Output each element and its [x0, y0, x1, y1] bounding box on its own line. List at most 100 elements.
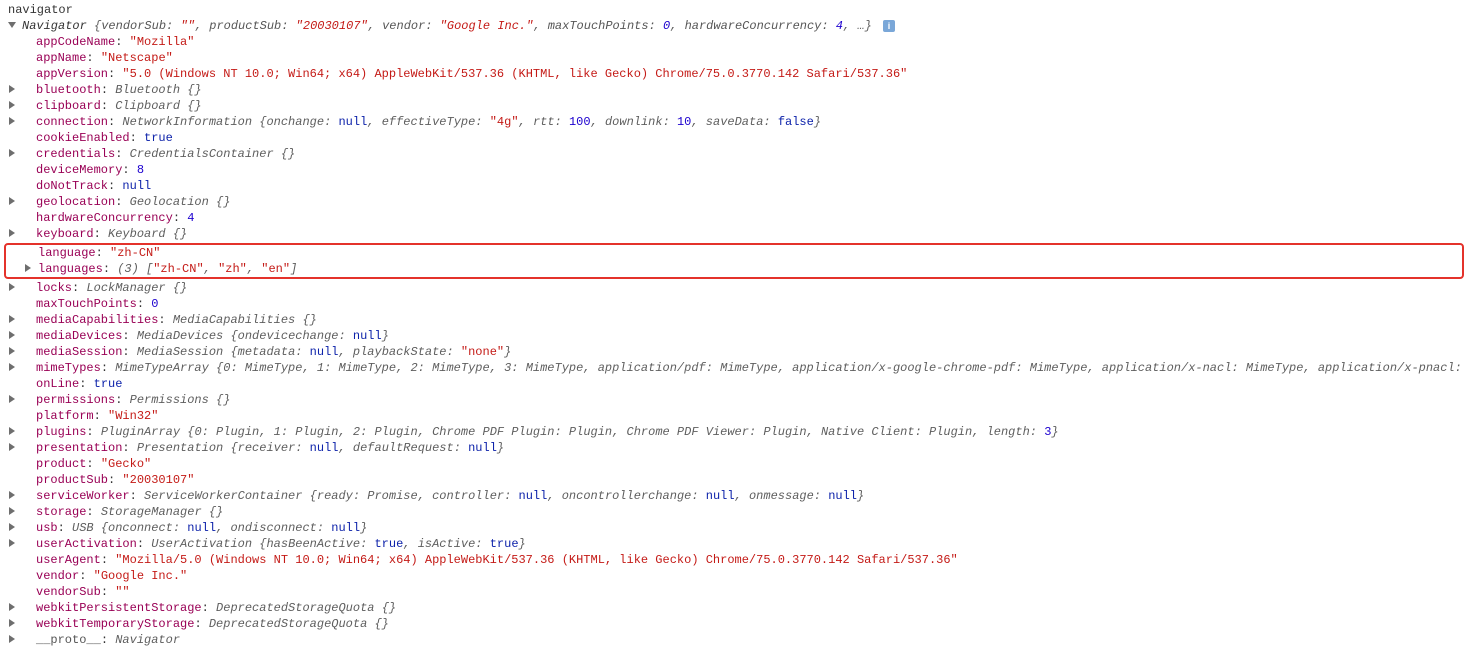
property-row[interactable]: usb: USB {onconnect: null, ondisconnect:…: [4, 520, 1464, 536]
property-value: "5.0 (Windows NT 10.0; Win64; x64) Apple…: [122, 67, 907, 81]
highlighted-property-list: language: "zh-CN"languages: (3) ["zh-CN"…: [4, 243, 1464, 279]
property-row[interactable]: permissions: Permissions {}: [4, 392, 1464, 408]
value-body: {receiver: null, defaultRequest: null}: [230, 441, 504, 455]
property-key: storage: [36, 505, 86, 519]
expand-icon[interactable]: [8, 229, 18, 239]
value-body: {onconnect: null, ondisconnect: null}: [101, 521, 367, 535]
property-key: maxTouchPoints: [36, 297, 137, 311]
property-key: clipboard: [36, 99, 101, 113]
property-key: product: [36, 457, 86, 471]
property-row[interactable]: presentation: Presentation {receiver: nu…: [4, 440, 1464, 456]
property-key: doNotTrack: [36, 179, 108, 193]
value-body: {}: [302, 313, 316, 327]
property-value: "Netscape": [101, 51, 173, 65]
expand-icon[interactable]: [8, 363, 18, 373]
property-row[interactable]: locks: LockManager {}: [4, 280, 1464, 296]
property-row[interactable]: credentials: CredentialsContainer {}: [4, 146, 1464, 162]
expand-icon[interactable]: [8, 101, 18, 111]
property-key: permissions: [36, 393, 115, 407]
property-row: vendor: "Google Inc.": [4, 568, 1464, 584]
property-row[interactable]: webkitTemporaryStorage: DeprecatedStorag…: [4, 616, 1464, 632]
property-key: presentation: [36, 441, 122, 455]
root-label: navigator: [8, 3, 73, 17]
expand-icon[interactable]: [24, 264, 34, 274]
expand-icon[interactable]: [8, 283, 18, 293]
property-row[interactable]: mediaDevices: MediaDevices {ondevicechan…: [4, 328, 1464, 344]
expand-icon[interactable]: [8, 197, 18, 207]
property-row[interactable]: connection: NetworkInformation {onchange…: [4, 114, 1464, 130]
expand-icon[interactable]: [8, 635, 18, 645]
value-body: {}: [187, 99, 201, 113]
property-row[interactable]: languages: (3) ["zh-CN", "zh", "en"]: [6, 261, 1462, 277]
expand-icon[interactable]: [8, 491, 18, 501]
expand-icon[interactable]: [8, 347, 18, 357]
expand-icon[interactable]: [8, 443, 18, 453]
property-key: appVersion: [36, 67, 108, 81]
expand-icon[interactable]: [8, 331, 18, 341]
property-row[interactable]: mediaSession: MediaSession {metadata: nu…: [4, 344, 1464, 360]
value-body: (3) ["zh-CN", "zh", "en"]: [117, 262, 297, 276]
property-value: true: [94, 377, 123, 391]
expand-icon[interactable]: [8, 21, 18, 31]
expand-icon[interactable]: [8, 507, 18, 517]
property-row[interactable]: clipboard: Clipboard {}: [4, 98, 1464, 114]
property-value: null: [122, 179, 151, 193]
property-row: appName: "Netscape": [4, 50, 1464, 66]
navigator-summary-line[interactable]: Navigator {vendorSub: "", productSub: "2…: [4, 18, 1464, 34]
property-key: webkitPersistentStorage: [36, 601, 202, 615]
property-value: 4: [187, 211, 194, 225]
property-row[interactable]: serviceWorker: ServiceWorkerContainer {r…: [4, 488, 1464, 504]
property-value: 8: [137, 163, 144, 177]
property-row: appVersion: "5.0 (Windows NT 10.0; Win64…: [4, 66, 1464, 82]
expand-icon[interactable]: [8, 603, 18, 613]
navigator-class: Navigator: [22, 19, 87, 33]
property-key: geolocation: [36, 195, 115, 209]
expand-icon[interactable]: [8, 117, 18, 127]
value-body: {}: [281, 147, 295, 161]
property-row[interactable]: keyboard: Keyboard {}: [4, 226, 1464, 242]
expand-icon[interactable]: [8, 85, 18, 95]
value-class: MimeTypeArray: [115, 361, 216, 375]
expand-icon[interactable]: [8, 315, 18, 325]
property-key: webkitTemporaryStorage: [36, 617, 194, 631]
expand-icon[interactable]: [8, 539, 18, 549]
value-body: {0: Plugin, 1: Plugin, 2: Plugin, Chrome…: [187, 425, 1058, 439]
property-row[interactable]: bluetooth: Bluetooth {}: [4, 82, 1464, 98]
proto-row[interactable]: __proto__: Navigator: [4, 632, 1464, 648]
property-row: platform: "Win32": [4, 408, 1464, 424]
property-row: userAgent: "Mozilla/5.0 (Windows NT 10.0…: [4, 552, 1464, 568]
info-icon[interactable]: i: [883, 20, 895, 32]
property-row[interactable]: mediaCapabilities: MediaCapabilities {}: [4, 312, 1464, 328]
value-body: {}: [209, 505, 223, 519]
root-label-line: navigator: [4, 2, 1464, 18]
proto-class: Navigator: [115, 633, 180, 647]
expand-icon[interactable]: [8, 427, 18, 437]
property-key: mediaDevices: [36, 329, 122, 343]
value-body: {}: [382, 601, 396, 615]
property-value: "": [115, 585, 129, 599]
property-key: onLine: [36, 377, 79, 391]
expand-icon[interactable]: [8, 523, 18, 533]
property-key: usb: [36, 521, 58, 535]
property-row[interactable]: userActivation: UserActivation {hasBeenA…: [4, 536, 1464, 552]
property-key: mimeTypes: [36, 361, 101, 375]
value-class: NetworkInformation: [122, 115, 259, 129]
property-row[interactable]: webkitPersistentStorage: DeprecatedStora…: [4, 600, 1464, 616]
property-key: appCodeName: [36, 35, 115, 49]
property-row[interactable]: plugins: PluginArray {0: Plugin, 1: Plug…: [4, 424, 1464, 440]
property-key: deviceMemory: [36, 163, 122, 177]
value-class: MediaDevices: [137, 329, 231, 343]
expand-icon[interactable]: [8, 619, 18, 629]
property-row[interactable]: storage: StorageManager {}: [4, 504, 1464, 520]
property-row: deviceMemory: 8: [4, 162, 1464, 178]
property-row[interactable]: mimeTypes: MimeTypeArray {0: MimeType, 1…: [4, 360, 1464, 376]
expand-icon[interactable]: [8, 149, 18, 159]
property-row: doNotTrack: null: [4, 178, 1464, 194]
value-class: StorageManager: [101, 505, 209, 519]
property-list-a: appCodeName: "Mozilla"appName: "Netscape…: [4, 34, 1464, 242]
property-row: productSub: "20030107": [4, 472, 1464, 488]
property-row[interactable]: geolocation: Geolocation {}: [4, 194, 1464, 210]
property-key: vendorSub: [36, 585, 101, 599]
expand-icon[interactable]: [8, 395, 18, 405]
value-body: {}: [216, 195, 230, 209]
